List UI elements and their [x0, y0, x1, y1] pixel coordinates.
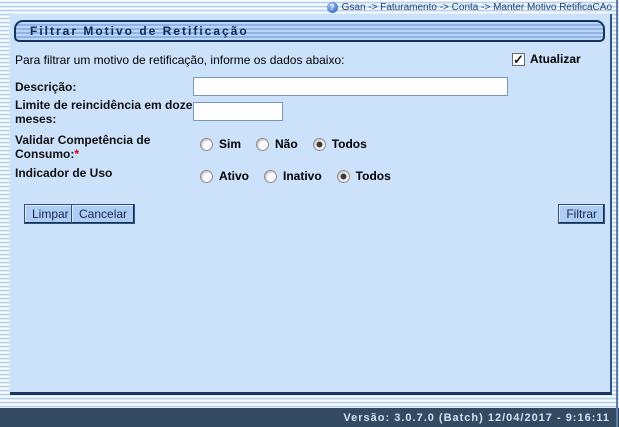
panel-titlebar: Filtrar Motivo de Retificação	[14, 20, 605, 42]
filter-panel: Filtrar Motivo de Retificação Para filtr…	[10, 14, 612, 395]
radio-label: Ativo	[219, 169, 249, 183]
radio-indicador-ativo[interactable]	[200, 170, 213, 183]
radio-option-inativo: Inativo	[264, 169, 322, 183]
validar-label: Validar Competência de Consumo:*	[15, 133, 193, 161]
version-footer: Versão: 3.0.7.0 (Batch) 12/04/2017 - 9:1…	[0, 408, 619, 427]
descricao-label: Descrição:	[15, 80, 193, 94]
page-title: Filtrar Motivo de Retificação	[30, 24, 249, 38]
instruction-text: Para filtrar um motivo de retificação, i…	[15, 53, 344, 67]
limpar-button[interactable]: Limpar	[24, 204, 77, 224]
indicador-label: Indicador de Uso	[15, 166, 193, 180]
atualizar-label: Atualizar	[530, 52, 581, 66]
radio-option-nao: Não	[256, 137, 298, 151]
limite-input[interactable]	[193, 102, 283, 121]
indicador-radio-group: Ativo Inativo Todos	[200, 169, 406, 183]
help-icon[interactable]: ?	[327, 2, 338, 13]
radio-validar-todos[interactable]	[313, 138, 326, 151]
radio-option-sim: Sim	[200, 137, 241, 151]
breadcrumb[interactable]: ? Gsan -> Faturamento -> Conta -> Manter…	[0, 0, 612, 14]
descricao-input[interactable]	[193, 77, 508, 96]
limite-label: Limite de reincidência em doze meses:	[15, 98, 193, 126]
validar-radio-group: Sim Não Todos	[200, 137, 382, 151]
radio-label: Inativo	[283, 169, 322, 183]
radio-validar-sim[interactable]	[200, 138, 213, 151]
atualizar-group: Atualizar	[512, 52, 581, 66]
radio-indicador-todos[interactable]	[337, 170, 350, 183]
window-right-edge	[616, 0, 618, 427]
radio-validar-nao[interactable]	[256, 138, 269, 151]
radio-label: Não	[275, 137, 298, 151]
radio-label: Todos	[332, 137, 367, 151]
filtrar-button[interactable]: Filtrar	[558, 204, 605, 224]
radio-indicador-inativo[interactable]	[264, 170, 277, 183]
version-text: Versão: 3.0.7.0 (Batch) 12/04/2017 - 9:1…	[343, 412, 610, 424]
radio-label: Sim	[219, 137, 241, 151]
radio-option-todos: Todos	[313, 137, 367, 151]
cancelar-button[interactable]: Cancelar	[71, 204, 135, 224]
required-marker: *	[74, 147, 79, 161]
atualizar-checkbox[interactable]	[512, 53, 525, 66]
breadcrumb-text[interactable]: Gsan -> Faturamento -> Conta -> Manter M…	[342, 2, 612, 13]
radio-option-ativo: Ativo	[200, 169, 249, 183]
radio-option-todos2: Todos	[337, 169, 391, 183]
radio-label: Todos	[356, 169, 391, 183]
